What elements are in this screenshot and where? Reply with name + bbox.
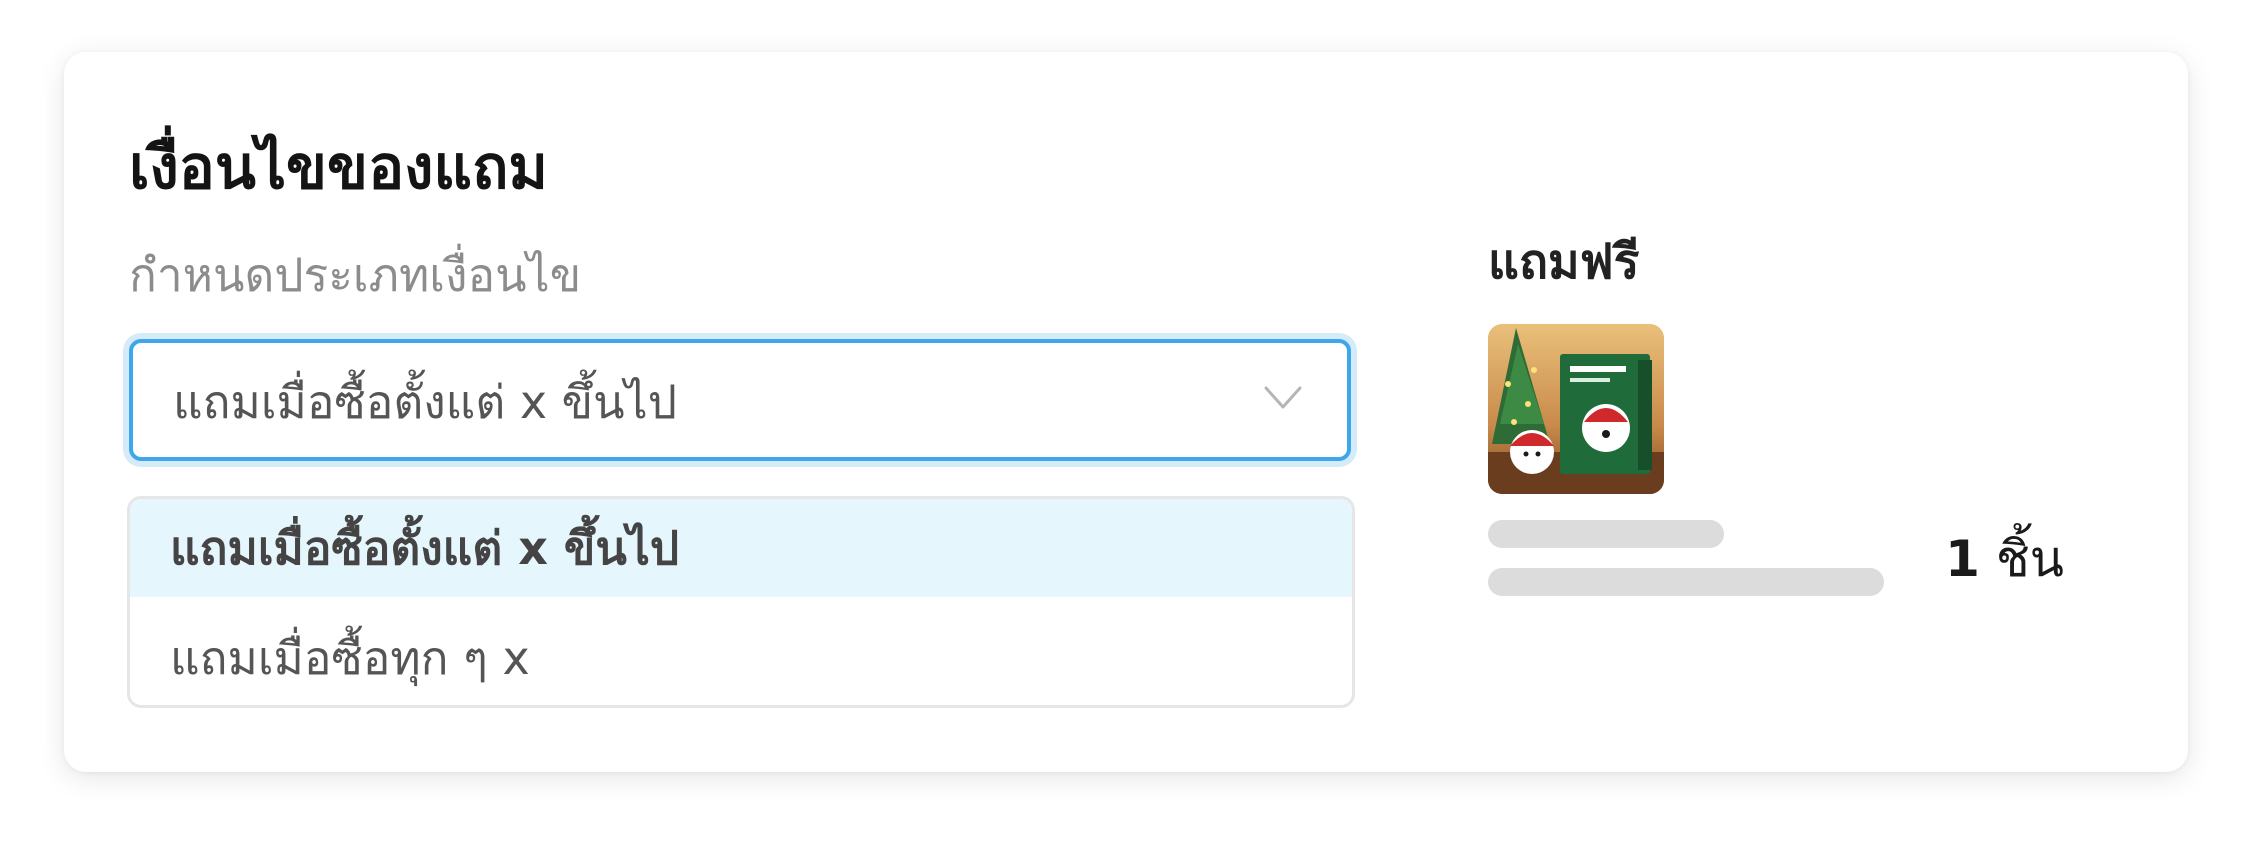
gift-quantity-unit: ชิ้น: [1995, 530, 2064, 588]
dropdown-option-buy-from-x[interactable]: แถมเมื่อซื้อตั้งแต่ x ขึ้นไป: [130, 499, 1352, 597]
gift-quantity-number: 1: [1945, 530, 1980, 588]
free-gift-panel: แถมฟรี 1 ชิ้น: [1488, 52, 2128, 772]
gift-quantity: 1 ชิ้น: [1945, 534, 2064, 584]
gift-condition-card: เงื่อนไขของแถม กำหนดประเภทเงื่อนไข แถมเม…: [64, 52, 2188, 772]
dropdown-option-buy-every-x[interactable]: แถมเมื่อซื้อทุก ๆ x: [130, 609, 1352, 705]
gift-product-image: [1488, 324, 1664, 494]
gift-product-picture: [1488, 324, 1664, 494]
select-current-value: แถมเมื่อซื้อตั้งแต่ x ขึ้นไป: [173, 375, 677, 429]
gift-detail-placeholder: [1488, 568, 1884, 596]
gift-name-placeholder: [1488, 520, 1724, 548]
chevron-down-icon: [1264, 386, 1302, 409]
free-gift-label: แถมฟรี: [1488, 234, 1640, 290]
section-title: เงื่อนไขของแถม: [129, 133, 548, 203]
condition-type-label: กำหนดประเภทเงื่อนไข: [129, 248, 582, 302]
condition-type-dropdown-menu: แถมเมื่อซื้อตั้งแต่ x ขึ้นไป แถมเมื่อซื้…: [127, 496, 1355, 708]
condition-type-select[interactable]: แถมเมื่อซื้อตั้งแต่ x ขึ้นไป: [129, 339, 1351, 461]
